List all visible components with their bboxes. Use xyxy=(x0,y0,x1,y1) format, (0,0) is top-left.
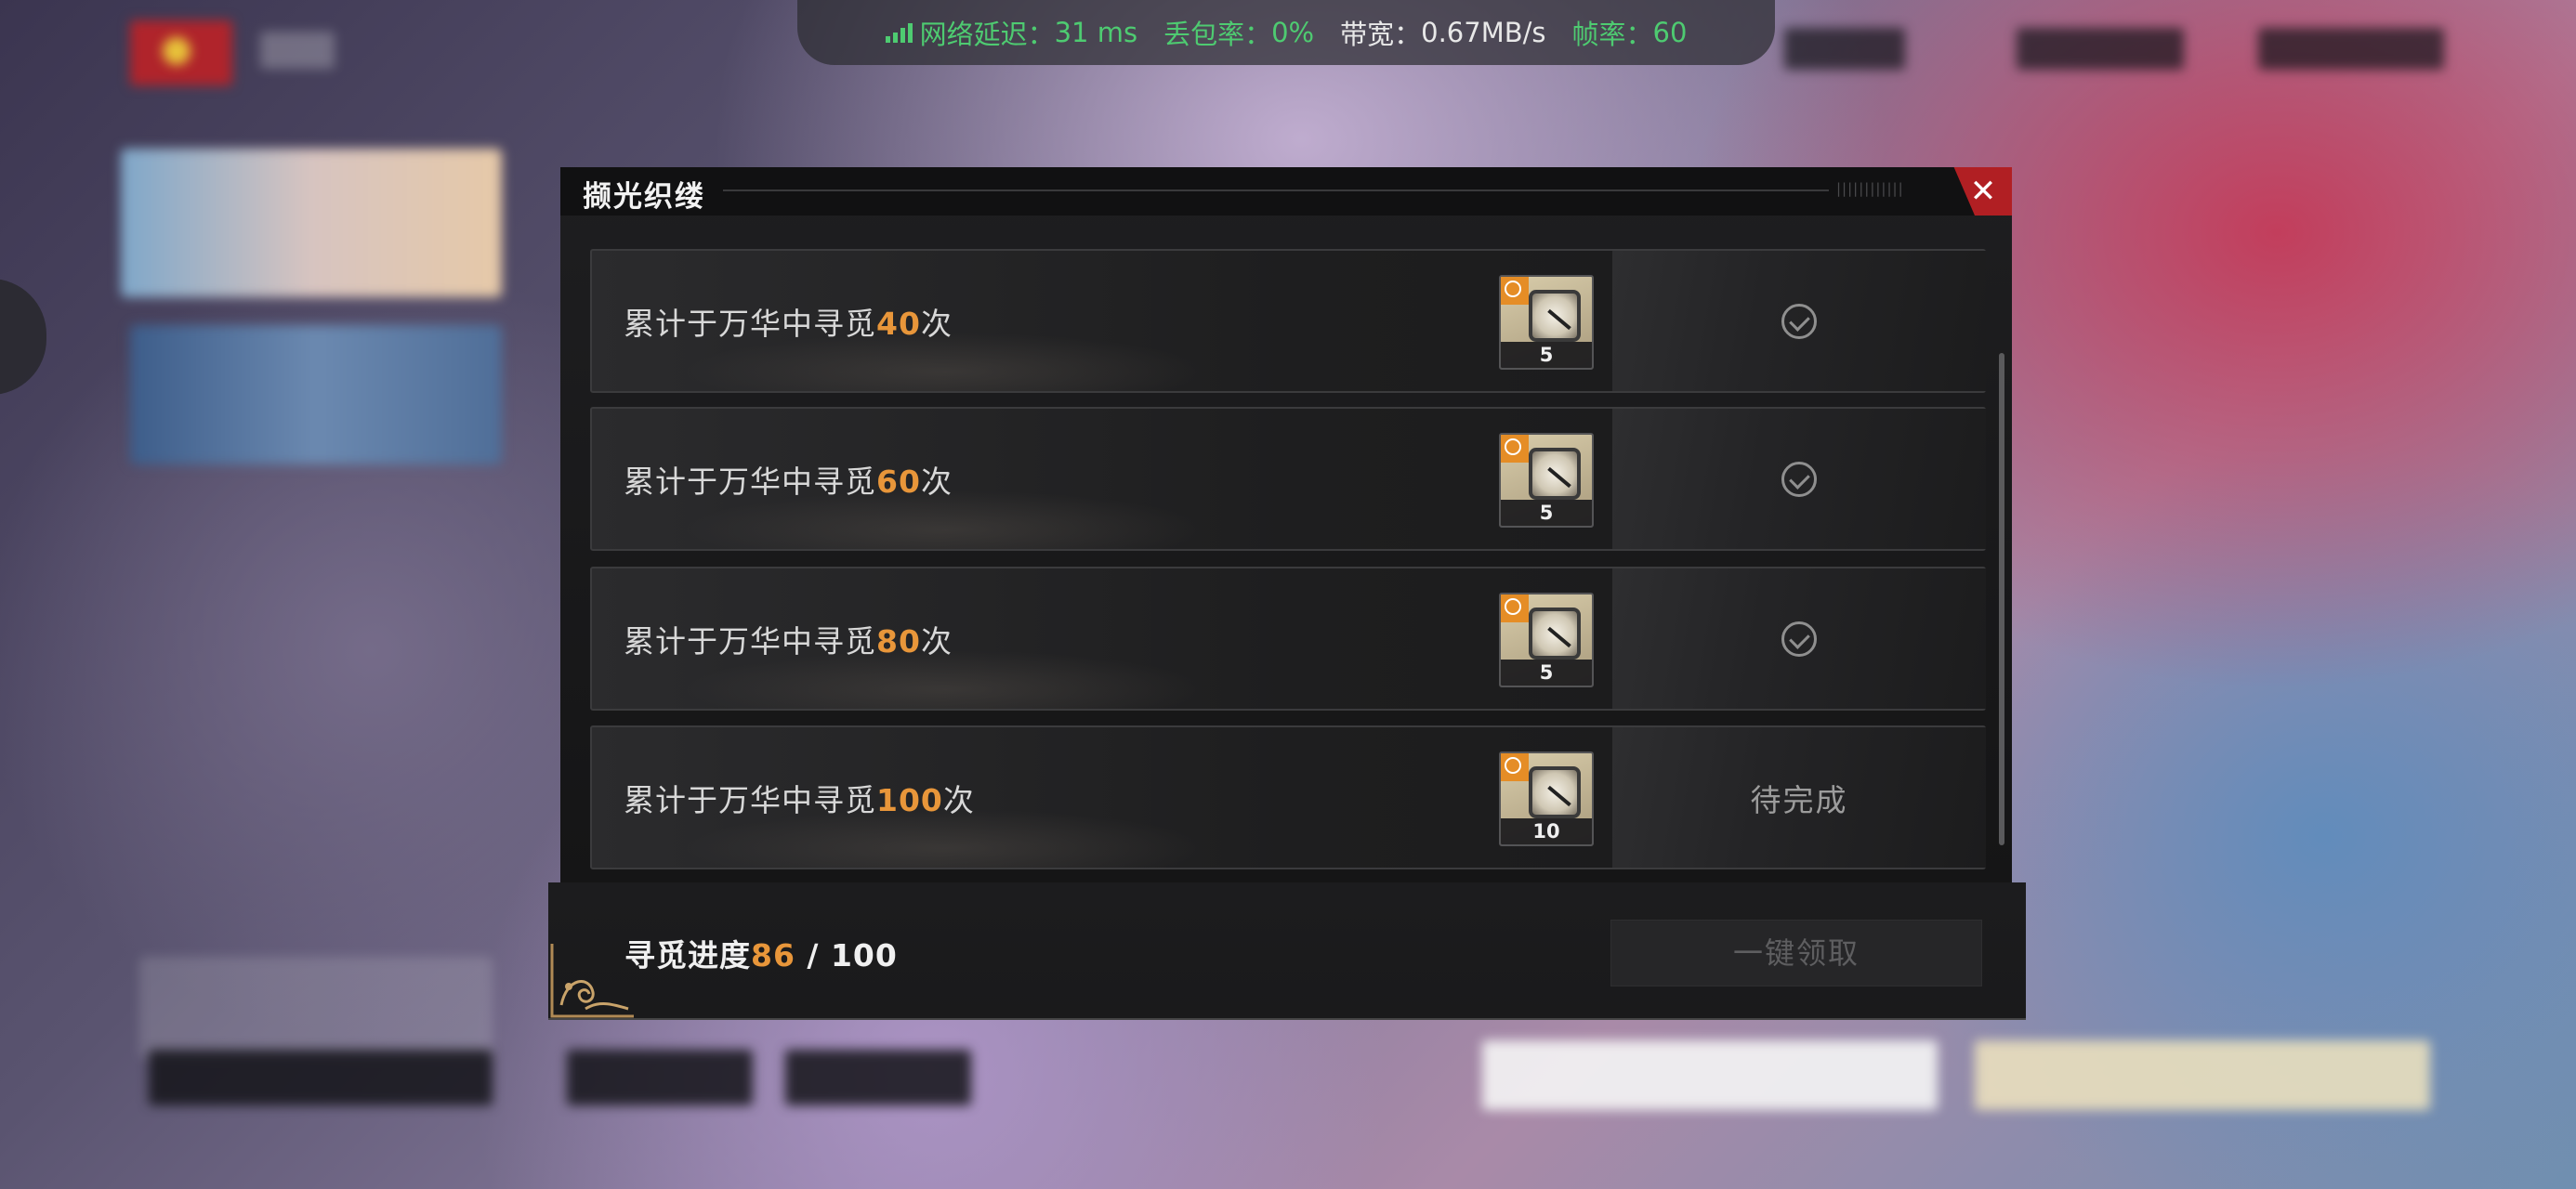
progress-separator: / xyxy=(795,937,831,973)
background-banner-card xyxy=(121,149,502,297)
background-button xyxy=(1482,1040,1938,1110)
task-row: 累计于万华中寻觅60次 5 xyxy=(590,407,1986,551)
bandwidth-stat: 带宽： 0.67MB/s xyxy=(1340,13,1545,52)
task-count: 100 xyxy=(876,782,943,818)
fps-stat: 帧率： 60 xyxy=(1572,13,1688,52)
title-ornament: |||||||||||| xyxy=(1836,180,1904,197)
task-row: 累计于万华中寻觅80次 5 xyxy=(590,567,1986,711)
time-limited-badge xyxy=(1501,277,1529,305)
time-limited-badge xyxy=(1501,594,1529,622)
background-button xyxy=(149,1050,493,1105)
task-status-pending: 待完成 xyxy=(1612,727,1986,868)
reward-item[interactable]: 10 xyxy=(1499,751,1594,846)
reward-quantity: 5 xyxy=(1501,660,1592,686)
task-status-completed xyxy=(1612,251,1986,391)
time-limited-badge xyxy=(1501,753,1529,781)
clock-icon xyxy=(1505,438,1521,455)
fps-value: 60 xyxy=(1652,17,1688,48)
task-status-completed xyxy=(1612,568,1986,709)
side-drawer-icon xyxy=(0,313,2,356)
task-text-suffix: 次 xyxy=(920,464,953,500)
reward-quantity: 10 xyxy=(1501,818,1592,844)
latency-stat: 网络延迟： 31 ms xyxy=(885,13,1138,52)
task-row: 累计于万华中寻觅40次 5 xyxy=(590,249,1986,393)
background-banner-card xyxy=(130,325,502,464)
task-text-prefix: 累计于万华中寻觅 xyxy=(624,623,876,660)
reward-quantity: 5 xyxy=(1501,342,1592,368)
task-row: 累计于万华中寻觅100次 10 待完成 xyxy=(590,725,1986,869)
packet-loss-value: 0% xyxy=(1271,17,1315,48)
modal-header: 撷光织缕 |||||||||||| ✕ xyxy=(560,167,2012,216)
task-count: 60 xyxy=(876,464,921,500)
close-icon[interactable]: ✕ xyxy=(1967,173,1999,210)
clock-icon xyxy=(1505,598,1521,615)
task-count: 40 xyxy=(876,306,921,342)
network-status-bar: 网络延迟： 31 ms 丢包率： 0% 带宽： 0.67MB/s 帧率： 60 xyxy=(797,0,1775,65)
progress-current: 86 xyxy=(751,937,795,973)
progress-label: 寻觅进度 xyxy=(624,937,751,973)
check-circle-icon xyxy=(1781,303,1817,339)
modal-footer: 寻觅进度86 / 100 一键领取 xyxy=(548,882,2026,1020)
modal-title: 撷光织缕 xyxy=(583,180,705,214)
packet-loss-label: 丢包率： xyxy=(1163,19,1272,50)
fps-label: 帧率： xyxy=(1571,19,1653,50)
task-text-suffix: 次 xyxy=(942,782,975,818)
latency-label: 网络延迟： xyxy=(919,19,1055,50)
task-description: 累计于万华中寻觅80次 xyxy=(624,617,953,661)
reward-item[interactable]: 5 xyxy=(1499,593,1594,687)
latency-value: 31 ms xyxy=(1054,17,1138,48)
task-description: 累计于万华中寻觅40次 xyxy=(624,299,953,344)
background-button xyxy=(785,1050,971,1105)
task-reward-modal: 撷光织缕 |||||||||||| ✕ 累计于万华中寻觅40次 5 累计于万华中… xyxy=(560,167,2012,882)
task-text-prefix: 累计于万华中寻觅 xyxy=(624,782,876,818)
clock-icon xyxy=(1505,281,1521,297)
side-drawer-tab[interactable] xyxy=(0,279,46,395)
background-top-button xyxy=(1784,28,1905,70)
task-text-prefix: 累计于万华中寻觅 xyxy=(624,464,876,500)
reward-quantity: 5 xyxy=(1501,500,1592,526)
task-status-completed xyxy=(1612,409,1986,549)
check-circle-icon xyxy=(1781,461,1817,497)
background-top-button xyxy=(2258,28,2444,70)
signal-strength-icon xyxy=(885,22,913,43)
game-screen: 网络延迟： 31 ms 丢包率： 0% 带宽： 0.67MB/s 帧率： 60 … xyxy=(0,0,2576,1189)
claim-all-button[interactable]: 一键领取 xyxy=(1610,920,1982,986)
bandwidth-value: 0.67MB/s xyxy=(1421,17,1546,48)
background-button xyxy=(567,1050,753,1105)
task-list-scrollbar[interactable] xyxy=(1999,353,2004,845)
check-circle-icon xyxy=(1781,621,1817,657)
task-count: 80 xyxy=(876,623,921,660)
background-flag-star xyxy=(163,37,191,65)
clock-icon xyxy=(1505,757,1521,774)
pending-status-label: 待完成 xyxy=(1750,781,1848,818)
task-text-suffix: 次 xyxy=(920,306,953,342)
background-panel xyxy=(139,957,493,1059)
packet-loss-stat: 丢包率： 0% xyxy=(1163,13,1314,52)
task-text-prefix: 累计于万华中寻觅 xyxy=(624,306,876,342)
bandwidth-label: 带宽： xyxy=(1340,19,1422,50)
reward-item[interactable]: 5 xyxy=(1499,275,1594,370)
time-limited-badge xyxy=(1501,435,1529,463)
background-top-button xyxy=(2017,28,2184,70)
progress-total: 100 xyxy=(830,937,898,973)
task-text-suffix: 次 xyxy=(920,623,953,660)
task-description: 累计于万华中寻觅100次 xyxy=(624,776,975,820)
progress-indicator: 寻觅进度86 / 100 xyxy=(624,931,898,975)
background-button xyxy=(1975,1040,2430,1110)
reward-item[interactable]: 5 xyxy=(1499,433,1594,528)
background-title xyxy=(260,32,335,69)
task-description: 累计于万华中寻觅60次 xyxy=(624,457,953,502)
title-divider xyxy=(723,189,1829,191)
